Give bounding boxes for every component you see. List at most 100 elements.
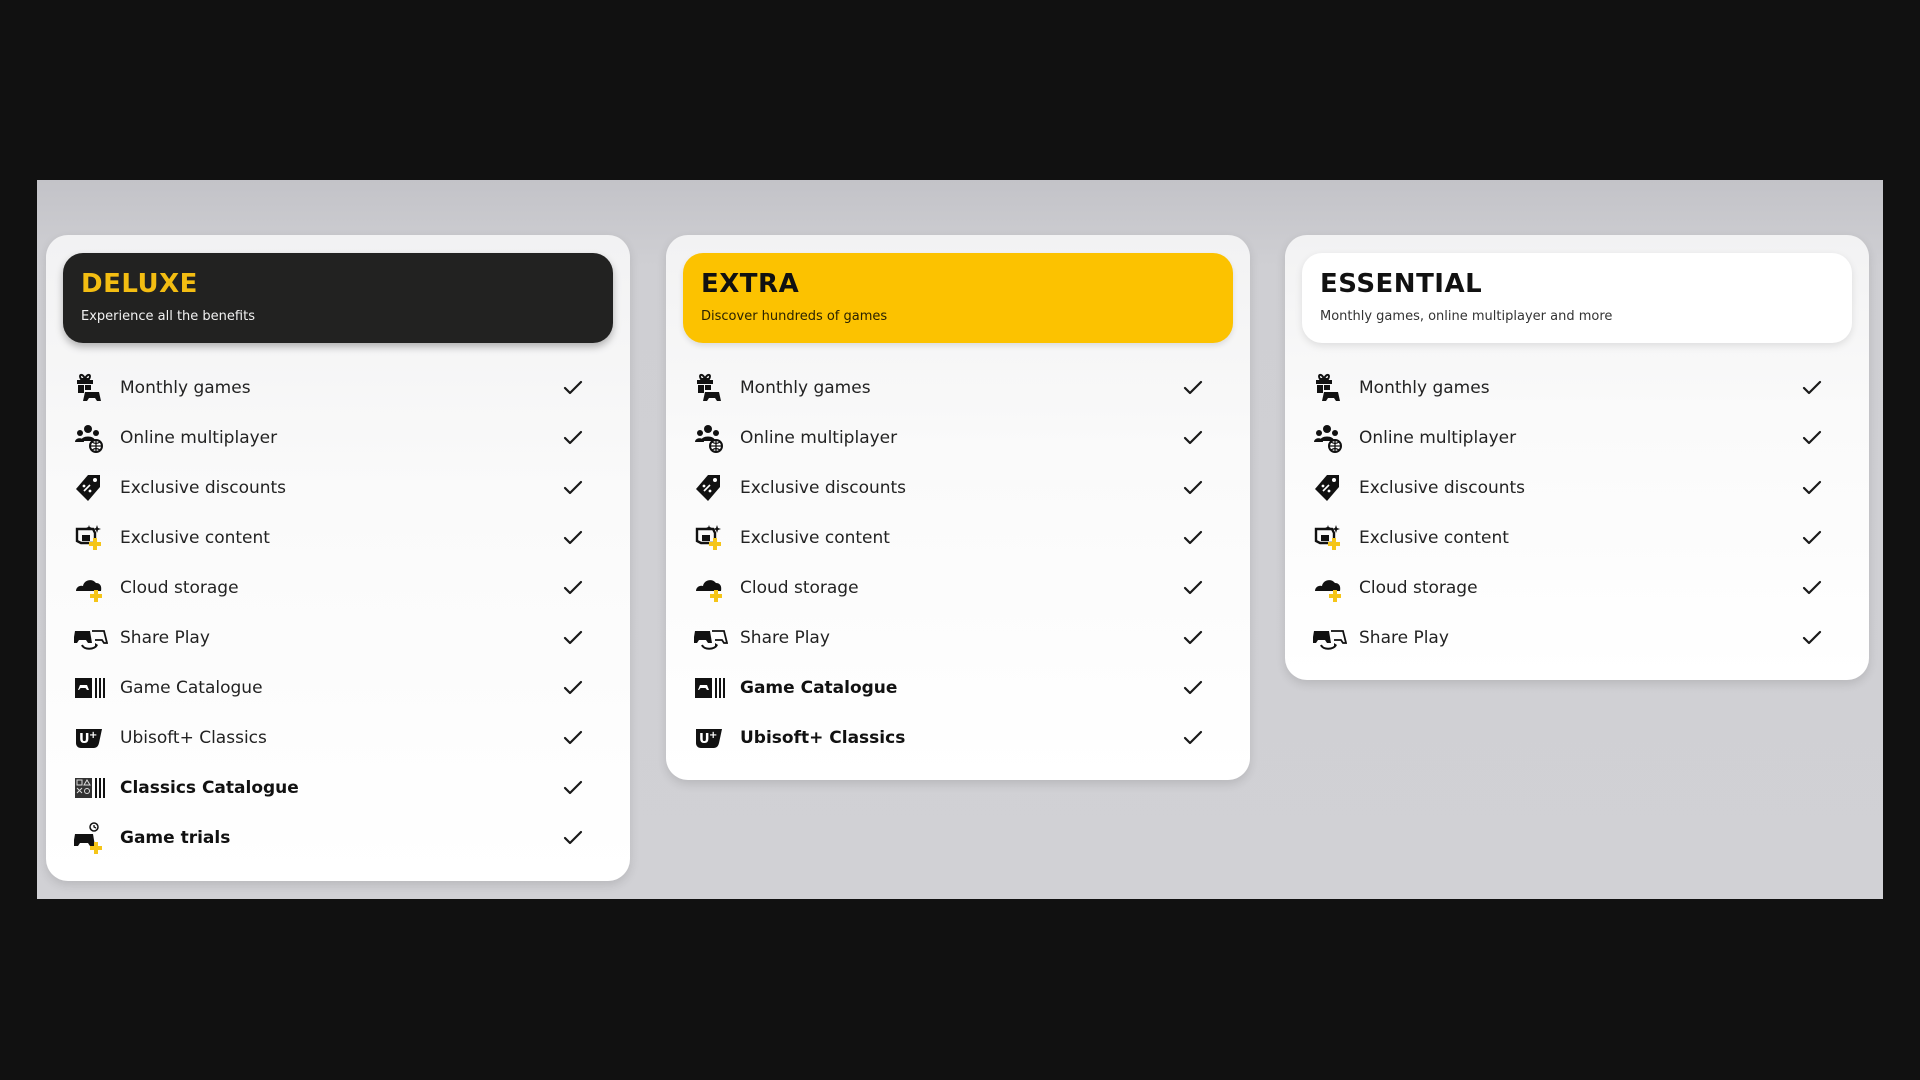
checkmark-icon (562, 428, 584, 448)
game-trials-icon (74, 822, 108, 854)
checkmark-icon (1182, 628, 1204, 648)
svg-text:+: + (89, 730, 97, 741)
feature-label: Exclusive content (740, 528, 890, 548)
plan-card-extra[interactable]: EXTRA Discover hundreds of games Monthly… (666, 235, 1250, 780)
ubisoft-plus-icon: U + (694, 723, 728, 753)
feature-label: Exclusive content (1359, 528, 1509, 548)
plan-card-essential[interactable]: ESSENTIAL Monthly games, online multipla… (1285, 235, 1869, 680)
checkmark-icon (562, 478, 584, 498)
share-play-icon (74, 623, 108, 653)
checkmark-icon (1182, 428, 1204, 448)
game-catalogue-icon (74, 673, 108, 703)
plan-card-deluxe[interactable]: DELUXE Experience all the benefits Month… (46, 235, 630, 881)
feature-label: Classics Catalogue (120, 778, 299, 798)
feature-label: Online multiplayer (740, 428, 898, 448)
feature-row: Online multiplayer (694, 413, 1230, 463)
plan-header-essential: ESSENTIAL Monthly games, online multipla… (1302, 253, 1852, 343)
plan-subtitle: Monthly games, online multiplayer and mo… (1320, 309, 1613, 324)
checkmark-icon (1182, 478, 1204, 498)
checkmark-icon (1801, 578, 1823, 598)
checkmark-icon (1801, 478, 1823, 498)
feature-row: Cloud storage (74, 563, 610, 613)
feature-row: Exclusive discounts (74, 463, 610, 513)
checkmark-icon (1182, 378, 1204, 398)
feature-label: Ubisoft+ Classics (740, 728, 906, 748)
feature-row: Game Catalogue (694, 663, 1230, 713)
feature-row: Monthly games (694, 363, 1230, 413)
plan-header-deluxe: DELUXE Experience all the benefits (63, 253, 613, 343)
gift-controller-icon (1313, 373, 1347, 403)
checkmark-icon (562, 728, 584, 748)
feature-label: Game trials (120, 828, 231, 848)
feature-row: Online multiplayer (74, 413, 610, 463)
checkmark-icon (562, 578, 584, 598)
svg-text:U: U (699, 732, 710, 747)
checkmark-icon (1182, 728, 1204, 748)
gift-controller-icon (74, 373, 108, 403)
checkmark-icon (1182, 528, 1204, 548)
feature-row: Game trials (74, 813, 610, 863)
plan-subtitle: Experience all the benefits (81, 309, 255, 324)
feature-label: Game Catalogue (120, 678, 263, 698)
feature-list: Monthly games Online multiplayer Exclusive… (1285, 363, 1869, 663)
feature-label: Game Catalogue (740, 678, 898, 698)
feature-label: Cloud storage (1359, 578, 1478, 598)
cloud-storage-icon (694, 573, 728, 603)
plan-title: EXTRA (701, 269, 800, 299)
checkmark-icon (562, 528, 584, 548)
exclusive-content-icon (694, 523, 728, 553)
feature-row: Monthly games (1313, 363, 1849, 413)
plan-title: DELUXE (81, 269, 198, 299)
feature-row: Cloud storage (1313, 563, 1849, 613)
share-play-icon (1313, 623, 1347, 653)
feature-label: Share Play (120, 628, 210, 648)
feature-label: Online multiplayer (1359, 428, 1517, 448)
feature-list: Monthly games Online multiplayer Exclusive… (46, 363, 630, 863)
feature-label: Exclusive discounts (740, 478, 907, 498)
feature-label: Monthly games (120, 378, 251, 398)
feature-row: Classics Catalogue (74, 763, 610, 813)
checkmark-icon (1801, 628, 1823, 648)
cloud-storage-icon (74, 573, 108, 603)
checkmark-icon (562, 378, 584, 398)
feature-label: Online multiplayer (120, 428, 278, 448)
discount-tag-icon (74, 473, 108, 503)
checkmark-icon (1182, 678, 1204, 698)
checkmark-icon (562, 628, 584, 648)
plans-comparison-panel: DELUXE Experience all the benefits Month… (37, 180, 1883, 899)
multiplayer-globe-icon (694, 423, 728, 453)
checkmark-icon (1801, 378, 1823, 398)
discount-tag-icon (694, 473, 728, 503)
feature-row: Monthly games (74, 363, 610, 413)
exclusive-content-icon (74, 523, 108, 553)
feature-label: Monthly games (1359, 378, 1490, 398)
game-catalogue-icon (694, 673, 728, 703)
share-play-icon (694, 623, 728, 653)
plan-subtitle: Discover hundreds of games (701, 309, 888, 324)
gift-controller-icon (694, 373, 728, 403)
feature-row: Exclusive content (694, 513, 1230, 563)
feature-row: Game Catalogue (74, 663, 610, 713)
feature-row: U + Ubisoft+ Classics (694, 713, 1230, 763)
feature-row: Share Play (694, 613, 1230, 663)
svg-text:U: U (79, 732, 90, 747)
multiplayer-globe-icon (74, 423, 108, 453)
checkmark-icon (562, 828, 584, 848)
feature-row: Exclusive content (1313, 513, 1849, 563)
feature-label: Share Play (740, 628, 830, 648)
svg-text:+: + (709, 730, 717, 741)
feature-label: Share Play (1359, 628, 1449, 648)
feature-row: Online multiplayer (1313, 413, 1849, 463)
checkmark-icon (562, 778, 584, 798)
plan-title: ESSENTIAL (1320, 269, 1483, 299)
ubisoft-plus-icon: U + (74, 723, 108, 753)
discount-tag-icon (1313, 473, 1347, 503)
feature-label: Exclusive discounts (120, 478, 287, 498)
feature-row: U + Ubisoft+ Classics (74, 713, 610, 763)
feature-list: Monthly games Online multiplayer Exclusive… (666, 363, 1250, 763)
multiplayer-globe-icon (1313, 423, 1347, 453)
classics-catalogue-icon (74, 773, 108, 803)
feature-label: Cloud storage (740, 578, 859, 598)
feature-row: Share Play (1313, 613, 1849, 663)
cloud-storage-icon (1313, 573, 1347, 603)
